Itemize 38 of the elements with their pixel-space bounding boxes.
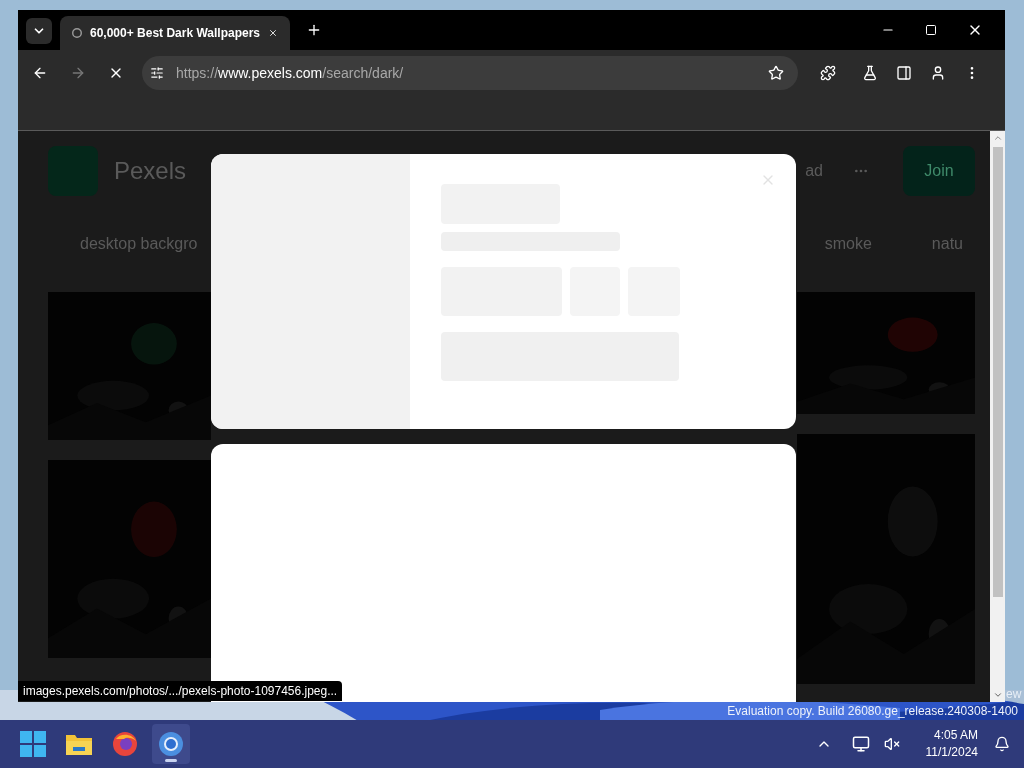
watermark-text: Evaluation copy. Build 26080.ge_release.240308-1400	[727, 703, 1018, 720]
logo-text[interactable]: Pexels	[114, 153, 187, 189]
flask-icon[interactable]	[862, 65, 878, 81]
watermark-text: ew	[1006, 686, 1022, 703]
bookmark-star-icon[interactable]	[768, 65, 784, 81]
fox-globe-icon	[112, 731, 138, 757]
globe-icon	[72, 26, 82, 40]
join-button[interactable]: Join	[903, 146, 975, 196]
search-tag[interactable]: desktop backgro	[80, 232, 198, 256]
scrollbar-thumb[interactable]	[992, 147, 1003, 597]
folder-icon	[66, 733, 92, 755]
network-icon[interactable]	[851, 735, 870, 753]
nav-link[interactable]: ad	[805, 159, 823, 183]
muted-speaker-icon[interactable]	[883, 736, 900, 752]
extensions-icon[interactable]	[820, 65, 836, 81]
forward-icon[interactable]	[70, 65, 86, 81]
status-tooltip: images.pexels.com/photos/.../pexels-photo-1097456.jpeg...	[18, 681, 343, 701]
maximize-icon[interactable]	[925, 24, 937, 36]
search-tag[interactable]: smoke	[824, 232, 872, 256]
clock[interactable]: 4:05 AM 11/1/2024	[925, 727, 978, 761]
notifications-icon[interactable]	[994, 736, 1010, 752]
search-tag[interactable]: natu	[931, 232, 963, 256]
url-text: https://www.pexels.com/search/dark/	[176, 63, 405, 83]
active-indicator	[165, 759, 177, 762]
address-bar[interactable]: https://www.pexels.com/search/dark/	[142, 56, 798, 90]
scrollbar[interactable]	[990, 131, 1005, 702]
windows-logo-icon	[20, 731, 46, 757]
back-icon[interactable]	[32, 65, 48, 81]
side-panel-icon[interactable]	[896, 65, 912, 81]
browser-ring-icon	[158, 731, 184, 757]
tab-title: 60,000+ Best Dark Wallpapers	[90, 25, 260, 42]
tab-search-button[interactable]	[26, 18, 52, 44]
site-settings-icon[interactable]	[150, 66, 164, 80]
new-tab-icon[interactable]	[306, 22, 322, 38]
browser-tab[interactable]: 60,000+ Best Dark Wallpapers	[60, 16, 290, 50]
profile-icon[interactable]	[930, 65, 946, 81]
taskbar-app[interactable]	[152, 724, 190, 764]
scroll-down-icon[interactable]	[992, 690, 1003, 700]
